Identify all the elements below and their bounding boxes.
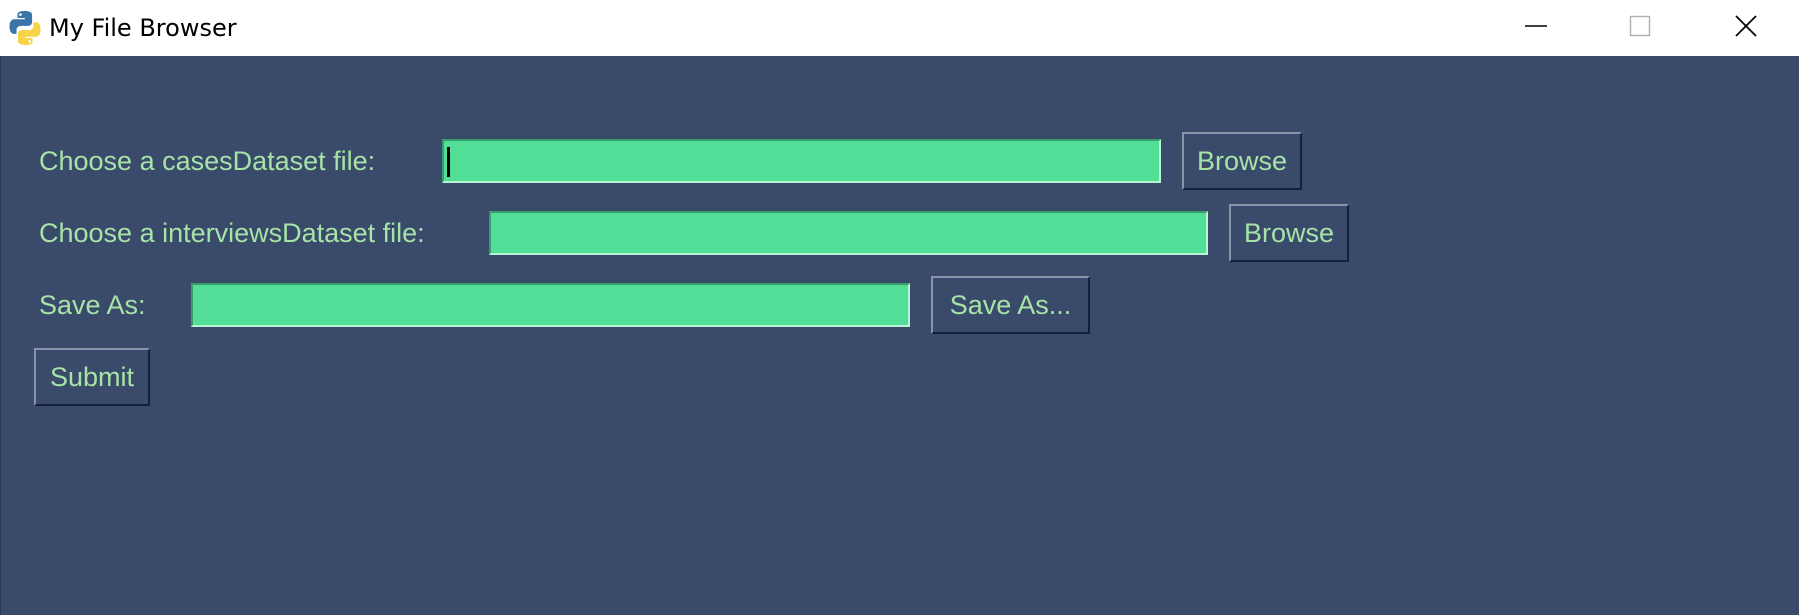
maximize-button[interactable] (1588, 0, 1692, 56)
app-window: My File Browser Choose a casesDataset fi… (0, 0, 1799, 615)
browse-cases-button[interactable]: Browse (1182, 132, 1302, 190)
browse-interviews-button[interactable]: Browse (1229, 204, 1349, 262)
close-icon (1735, 15, 1757, 41)
save-as-label: Save As: (39, 290, 146, 320)
cases-dataset-label: Choose a casesDataset file: (39, 146, 376, 176)
text-caret (447, 147, 450, 177)
minimize-icon (1525, 15, 1547, 41)
python-icon (7, 10, 43, 46)
title-bar[interactable]: My File Browser (0, 0, 1799, 56)
interviews-dataset-input[interactable] (489, 211, 1208, 255)
form-panel: Choose a casesDataset file: Browse Choos… (0, 56, 1799, 615)
maximize-icon (1629, 15, 1651, 41)
submit-button[interactable]: Submit (34, 348, 150, 406)
save-as-input[interactable] (191, 283, 910, 327)
window-title: My File Browser (49, 14, 237, 42)
close-button[interactable] (1693, 0, 1799, 56)
interviews-dataset-label: Choose a interviewsDataset file: (39, 218, 425, 248)
minimize-button[interactable] (1484, 0, 1588, 56)
save-as-button[interactable]: Save As... (931, 276, 1090, 334)
cases-dataset-input[interactable] (442, 139, 1161, 183)
